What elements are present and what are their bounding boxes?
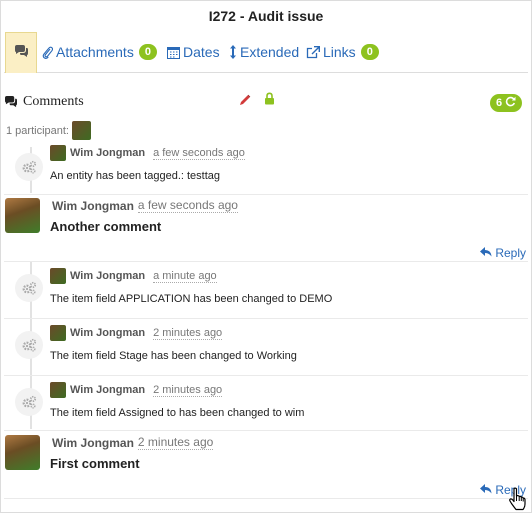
tab-extended-label: Extended: [240, 44, 300, 60]
participant-avatar[interactable]: [71, 121, 91, 140]
divider: [4, 430, 528, 431]
refresh-icon: [505, 96, 516, 110]
event-author[interactable]: Wim Jongman: [70, 147, 145, 159]
event-header: Wim Jongman 2 minutes ago: [50, 382, 223, 398]
event-time: a minute ago: [153, 269, 217, 283]
tab-attachments-label: Attachments: [56, 44, 134, 60]
event-author[interactable]: Wim Jongman: [70, 384, 145, 396]
comments-heading-label: Comments: [23, 94, 84, 109]
event-author[interactable]: Wim Jongman: [70, 327, 145, 339]
tab-comments[interactable]: [5, 32, 37, 73]
divider: [4, 261, 528, 262]
event-text: The item field Stage has been changed to…: [50, 350, 297, 362]
tab-dates-label: Dates: [183, 44, 220, 60]
comment-time: a few seconds ago: [137, 198, 238, 213]
comment-author[interactable]: Wim Jongman: [52, 199, 134, 213]
divider: [4, 375, 528, 376]
comments-heading: Comments: [4, 94, 84, 110]
comment-time: 2 minutes ago: [137, 435, 214, 450]
tab-bar: Attachments 0 Dates Extended Links 0: [4, 31, 528, 73]
tab-links-label: Links: [323, 44, 356, 60]
comment-header: Wim Jongman a few seconds ago: [52, 198, 238, 213]
avatar[interactable]: [50, 268, 66, 284]
avatar[interactable]: [50, 382, 66, 398]
comment-text: Another comment: [50, 219, 162, 234]
participants-label: 1 participant:: [6, 124, 69, 137]
reply-icon: [480, 246, 492, 260]
event-time: 2 minutes ago: [153, 383, 223, 397]
event-header: Wim Jongman a few seconds ago: [50, 145, 245, 161]
refresh-count-badge[interactable]: 6: [490, 94, 523, 112]
divider: [4, 498, 528, 499]
divider: [4, 318, 528, 319]
divider: [4, 194, 528, 195]
system-event-icon: [15, 388, 43, 416]
avatar[interactable]: [50, 325, 66, 341]
system-event-icon: [15, 274, 43, 302]
vertical-arrows-icon: [229, 45, 237, 59]
reply-button[interactable]: Reply: [480, 246, 526, 260]
hand-cursor-icon: [508, 487, 528, 516]
external-link-icon: [306, 45, 320, 59]
pencil-icon[interactable]: [239, 93, 251, 111]
event-text: The item field Assigned to has been chan…: [50, 407, 305, 419]
avatar[interactable]: [5, 435, 40, 470]
comments-icon: [4, 96, 18, 108]
event-header: Wim Jongman a minute ago: [50, 268, 217, 284]
reply-label: Reply: [495, 246, 526, 260]
event-time: a few seconds ago: [153, 146, 245, 160]
attachments-count-badge: 0: [138, 44, 157, 60]
event-author[interactable]: Wim Jongman: [70, 270, 145, 282]
tab-dates[interactable]: Dates: [167, 32, 220, 72]
avatar[interactable]: [50, 145, 66, 161]
tab-attachments[interactable]: Attachments 0: [42, 32, 157, 72]
system-event-icon: [15, 153, 43, 181]
participants-summary: 1 participant:: [6, 121, 91, 140]
event-text: An entity has been tagged.: testtag: [50, 170, 221, 182]
event-text: The item field APPLICATION has been chan…: [50, 293, 333, 305]
comment-header: Wim Jongman 2 minutes ago: [52, 435, 214, 450]
links-count-badge: 0: [360, 44, 379, 60]
avatar[interactable]: [5, 198, 40, 233]
page-title: I272 - Audit issue: [208, 8, 324, 24]
reply-icon: [480, 483, 492, 497]
system-event-icon: [15, 331, 43, 359]
event-time: 2 minutes ago: [153, 326, 223, 340]
lock-icon[interactable]: [264, 92, 275, 110]
calendar-icon: [167, 46, 180, 59]
event-header: Wim Jongman 2 minutes ago: [50, 325, 223, 341]
comments-icon: [14, 45, 29, 61]
tab-extended[interactable]: Extended: [229, 32, 299, 72]
tab-links[interactable]: Links 0: [306, 32, 379, 72]
comment-text: First comment: [50, 456, 140, 471]
comment-author[interactable]: Wim Jongman: [52, 436, 134, 450]
paperclip-icon: [42, 46, 53, 59]
comment-count: 6: [496, 97, 503, 109]
